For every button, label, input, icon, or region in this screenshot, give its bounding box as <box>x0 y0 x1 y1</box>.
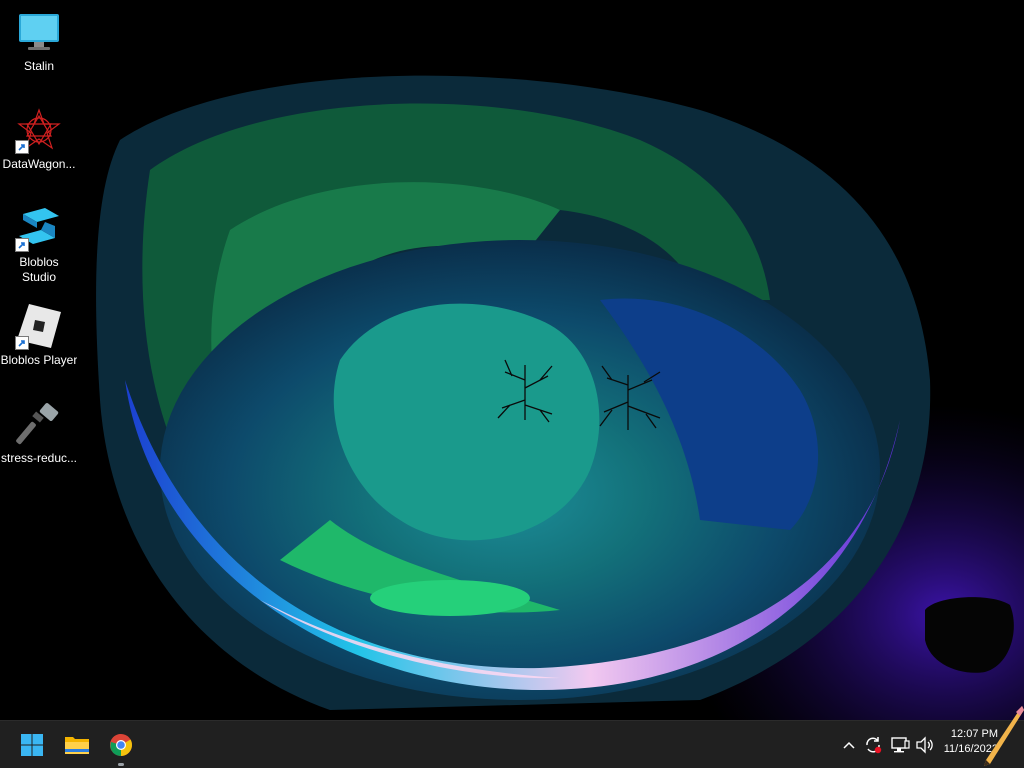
desktop-icon-stalin[interactable]: Stalin <box>0 8 78 74</box>
show-hidden-icons-button[interactable] <box>838 734 860 756</box>
desktop[interactable]: Stalin DataWagon... Bloblos Studio Blobl… <box>0 0 1024 720</box>
windows-icon <box>21 734 43 756</box>
datawagon-icon <box>15 106 63 154</box>
desktop-icon-bloblos-player[interactable]: Bloblos Player <box>0 302 78 368</box>
hammer-icon <box>15 400 63 448</box>
desktop-icon-label: Bloblos Studio <box>19 255 59 284</box>
shortcut-arrow-icon <box>15 238 29 252</box>
start-button[interactable] <box>14 727 50 763</box>
running-indicator <box>118 763 124 766</box>
desktop-icon-label: DataWagon... <box>2 157 76 171</box>
taskbar: 12:07 PM 11/16/2022 <box>0 706 1024 768</box>
pencil-cursor-icon <box>984 706 1024 766</box>
file-explorer-button[interactable] <box>59 727 95 763</box>
chrome-button[interactable] <box>103 727 139 766</box>
desktop-icon-datawagon[interactable]: DataWagon... <box>0 106 78 172</box>
network-icon <box>891 737 910 753</box>
shortcut-arrow-icon <box>15 336 29 350</box>
desktop-icon-label: Stalin <box>23 59 55 73</box>
bloblos-player-icon <box>15 302 63 350</box>
chrome-icon <box>110 734 132 756</box>
desktop-icon-label: Bloblos Player <box>0 353 78 367</box>
shortcut-arrow-icon <box>15 140 29 154</box>
bloblos-studio-icon <box>15 204 63 252</box>
desktop-icon-bloblos-studio[interactable]: Bloblos Studio <box>0 204 78 285</box>
chevron-up-icon <box>843 741 855 749</box>
desktop-icon-stress-reducer[interactable]: stress-reduc... <box>0 400 78 466</box>
sync-icon <box>866 737 882 754</box>
monitor-icon <box>15 8 63 56</box>
wallpaper <box>0 0 1024 720</box>
network-button[interactable] <box>889 734 911 756</box>
folder-icon <box>65 737 89 754</box>
desktop-icon-label: stress-reduc... <box>0 451 78 465</box>
sync-status-button[interactable] <box>862 734 884 756</box>
